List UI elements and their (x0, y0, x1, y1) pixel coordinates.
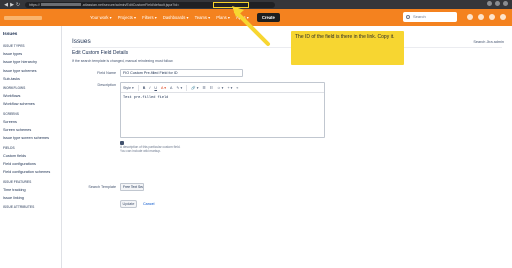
annotation-callout: The ID of the field is there in the link… (291, 31, 404, 65)
font-size-button[interactable]: A (170, 86, 172, 90)
sidebar-item-screen-schemes[interactable]: Screen schemes (3, 126, 61, 134)
search-icon (406, 15, 410, 19)
sidebar-item-time-tracking[interactable]: Time tracking (3, 186, 61, 194)
numbered-list-button[interactable]: ☷ (210, 86, 213, 90)
form-title: Edit Custom Field Details (72, 50, 129, 56)
redacted-domain (40, 3, 81, 7)
cancel-link[interactable]: Cancel (143, 202, 154, 206)
search-admin-link[interactable]: Search Jira admin (473, 40, 504, 44)
style-dropdown[interactable]: Style ▾ (123, 86, 134, 90)
notifications-icon[interactable] (467, 14, 473, 20)
sidebar-item-screens[interactable]: Screens (3, 118, 61, 126)
sidebar-item-field-configuration-schemes[interactable]: Field configuration schemes (3, 168, 61, 176)
address-bar[interactable]: https:// .atlassian.net/secure/admin/Edit… (25, 1, 275, 8)
sidebar-item-custom-fields[interactable]: Custom fields (3, 152, 61, 160)
sidebar-item-workflows[interactable]: Workflows (3, 92, 61, 100)
update-button[interactable]: Update (120, 200, 137, 208)
field-name-label: Field Name (97, 71, 116, 75)
help-icon[interactable] (478, 14, 484, 20)
description-text[interactable]: Test pre-filled field (121, 93, 324, 103)
bold-button[interactable]: B (143, 86, 146, 90)
settings-icon[interactable] (489, 14, 495, 20)
sidebar-heading-issue-attributes: ISSUE ATTRIBUTES (3, 205, 35, 210)
form-note: If the search template is changed, manua… (72, 59, 174, 63)
sidebar-item-field-configurations[interactable]: Field configurations (3, 160, 61, 168)
format-dropdown[interactable]: ✎ ▾ (176, 86, 182, 90)
collapse-toolbar-button[interactable]: « (236, 86, 238, 90)
create-button[interactable]: Create (256, 13, 280, 22)
avatar[interactable] (500, 14, 506, 20)
underline-button[interactable]: U (154, 86, 157, 90)
toolbar-separator (137, 84, 139, 91)
browser-toolbar: ◀ ▶ ↻ https://.atlassian.net/secure/admi… (0, 0, 512, 9)
italic-button[interactable]: I (149, 86, 150, 90)
highlighted-field-id (213, 1, 249, 8)
nav-your-work[interactable]: Your work ▾ (90, 15, 112, 20)
divider (72, 47, 502, 48)
editor-toolbar: Style ▾ B I U A ▾ A ✎ ▾ 🔗 ▾ ☰ ☷ ☺ ▾ + ▾ … (121, 83, 324, 93)
description-label: Description (97, 83, 116, 87)
nav-plans[interactable]: Plans ▾ (216, 15, 230, 20)
link-button[interactable]: 🔗 ▾ (191, 86, 198, 90)
sidebar-heading-issue-features: ISSUE FEATURES (3, 179, 32, 184)
emoji-button[interactable]: ☺ ▾ (217, 86, 223, 90)
site-logo[interactable] (4, 15, 42, 20)
nav-projects[interactable]: Projects ▾ (118, 15, 136, 20)
nav-filters[interactable]: Filters ▾ (142, 15, 157, 20)
nav-utility-icons (467, 14, 506, 20)
main-content: Issues Search Jira admin Edit Custom Fie… (68, 26, 512, 268)
search-template-select[interactable]: Free Text Searcher ▾ (120, 183, 144, 191)
sidebar-item-workflow-schemes[interactable]: Workflow schemes (3, 100, 61, 108)
browser-extension-icons (487, 1, 508, 6)
reload-icon[interactable]: ↻ (15, 2, 21, 8)
text-color-button[interactable]: A ▾ (161, 86, 166, 90)
sidebar-item-sub-tasks[interactable]: Sub-tasks (3, 75, 61, 83)
bullet-list-button[interactable]: ☰ (203, 86, 206, 90)
search-placeholder: Search (413, 14, 426, 19)
toolbar-separator (186, 84, 188, 91)
url-prefix: https:// (29, 2, 40, 7)
field-name-input[interactable]: FIO Custom Pre-filled Field for ID (120, 69, 243, 77)
nav-dashboards[interactable]: Dashboards ▾ (163, 15, 189, 20)
nav-teams[interactable]: Teams ▾ (195, 15, 211, 20)
sidebar-title: Issues (3, 31, 18, 36)
insert-button[interactable]: + ▾ (228, 86, 233, 90)
sidebar-heading-issue-types: ISSUE TYPES (3, 44, 25, 48)
sidebar-item-issue-types[interactable]: Issue types (3, 50, 61, 58)
admin-sidebar: Issues ISSUE TYPES Issue types Issue typ… (0, 26, 62, 268)
sidebar-heading-workflows: WORKFLOWS (3, 86, 26, 91)
nav-apps[interactable]: Apps ▾ (236, 15, 249, 20)
extension-icon[interactable] (495, 1, 500, 6)
search-input[interactable]: Search (403, 12, 457, 22)
description-editor[interactable]: Style ▾ B I U A ▾ A ✎ ▾ 🔗 ▾ ☰ ☷ ☺ ▾ + ▾ … (120, 82, 325, 138)
sidebar-item-issue-type-hierarchy[interactable]: Issue type hierarchy (3, 58, 61, 66)
url-path: .atlassian.net/secure/admin/EditCustomFi… (81, 2, 180, 7)
wiki-markup-hint: You can include wiki markup. (120, 149, 161, 153)
page-title: Issues (72, 38, 91, 45)
profile-icon[interactable] (503, 1, 508, 6)
sidebar-heading-screens: SCREENS (3, 111, 19, 116)
sidebar-item-issue-type-schemes[interactable]: Issue type schemes (3, 67, 61, 75)
search-template-label: Search Template (88, 185, 116, 189)
sidebar-item-issue-type-screen-schemes[interactable]: Issue type screen schemes (3, 134, 61, 142)
top-navigation: Your work ▾ Projects ▾ Filters ▾ Dashboa… (0, 9, 512, 26)
extension-icon[interactable] (487, 1, 492, 6)
sidebar-item-issue-linking[interactable]: Issue linking (3, 194, 61, 202)
sidebar-heading-fields: FIELDS (3, 145, 15, 150)
